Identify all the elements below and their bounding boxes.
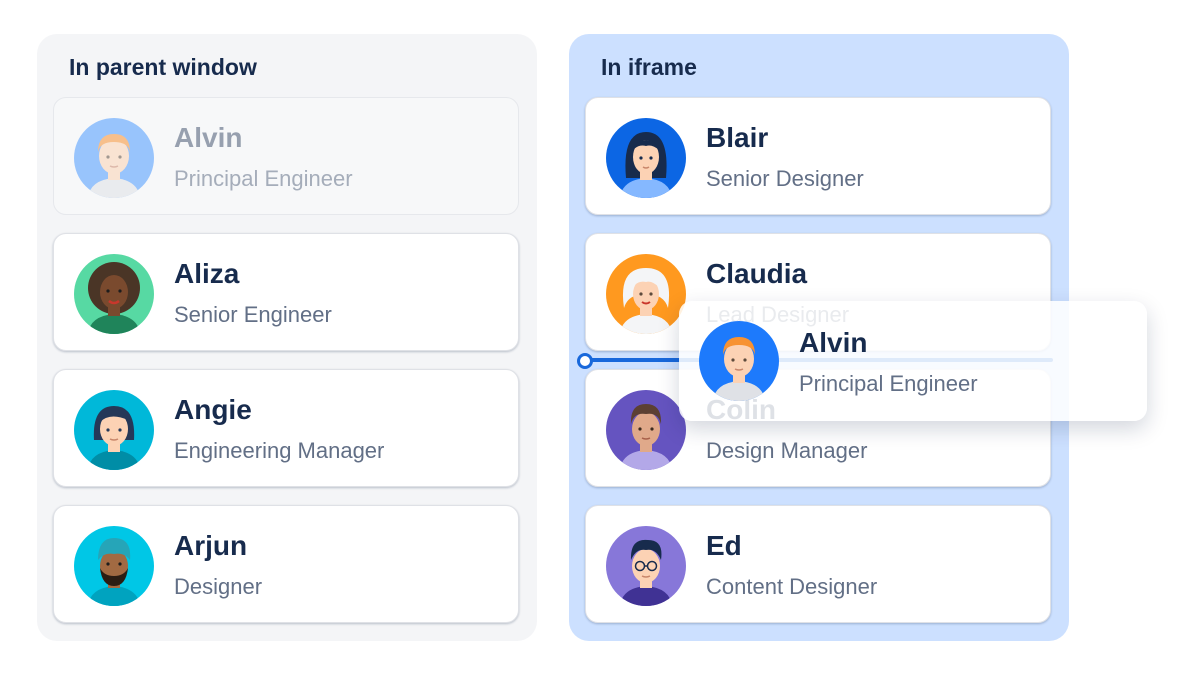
- avatar-long-hair-woman-icon: [606, 118, 686, 198]
- card-name: Angie: [174, 394, 252, 425]
- card-role: Design Manager: [706, 438, 868, 463]
- avatar-white-hair-woman-icon: [606, 254, 686, 334]
- card-name: Blair: [706, 122, 769, 153]
- card-role: Senior Engineer: [174, 302, 332, 327]
- card-name: Ed: [706, 530, 742, 561]
- card-arjun[interactable]: Arjun Designer: [53, 505, 519, 623]
- iframe-title: In iframe: [601, 54, 697, 80]
- avatar-ginger-man-icon: [74, 118, 154, 198]
- card-name: Arjun: [174, 530, 248, 561]
- avatar-brown-hair-man-icon: [606, 390, 686, 470]
- parent-window-list: In parent window Alvin Principal Enginee…: [37, 34, 537, 641]
- card-ed[interactable]: Ed Content Designer: [585, 505, 1051, 623]
- card-angie[interactable]: Angie Engineering Manager: [53, 369, 519, 487]
- card-role: Content Designer: [706, 574, 878, 599]
- card-role: Principal Engineer: [174, 166, 353, 191]
- drag-preview-role: Principal Engineer: [799, 371, 978, 396]
- card-blair[interactable]: Blair Senior Designer: [585, 97, 1051, 215]
- avatar-glasses-man-icon: [606, 526, 686, 606]
- card-name: Aliza: [174, 258, 240, 289]
- avatar-ginger-man-icon: [699, 321, 779, 401]
- avatar-turban-man-icon: [74, 526, 154, 606]
- drop-indicator-terminal: [577, 353, 593, 369]
- card-role: Designer: [174, 574, 263, 599]
- card-name: Claudia: [706, 258, 808, 289]
- card-aliza[interactable]: Aliza Senior Engineer: [53, 233, 519, 351]
- drag-preview-name: Alvin: [799, 327, 868, 358]
- avatar-curly-hair-woman-icon: [74, 254, 154, 334]
- drag-preview-card[interactable]: Alvin Principal Engineer: [679, 301, 1147, 421]
- avatar-dark-bob-woman-icon: [74, 390, 154, 470]
- card-alvin-source[interactable]: Alvin Principal Engineer: [53, 97, 519, 215]
- card-name: Alvin: [174, 122, 243, 153]
- card-role: Engineering Manager: [174, 438, 385, 463]
- card-role: Senior Designer: [706, 166, 864, 191]
- parent-window-title: In parent window: [69, 54, 257, 80]
